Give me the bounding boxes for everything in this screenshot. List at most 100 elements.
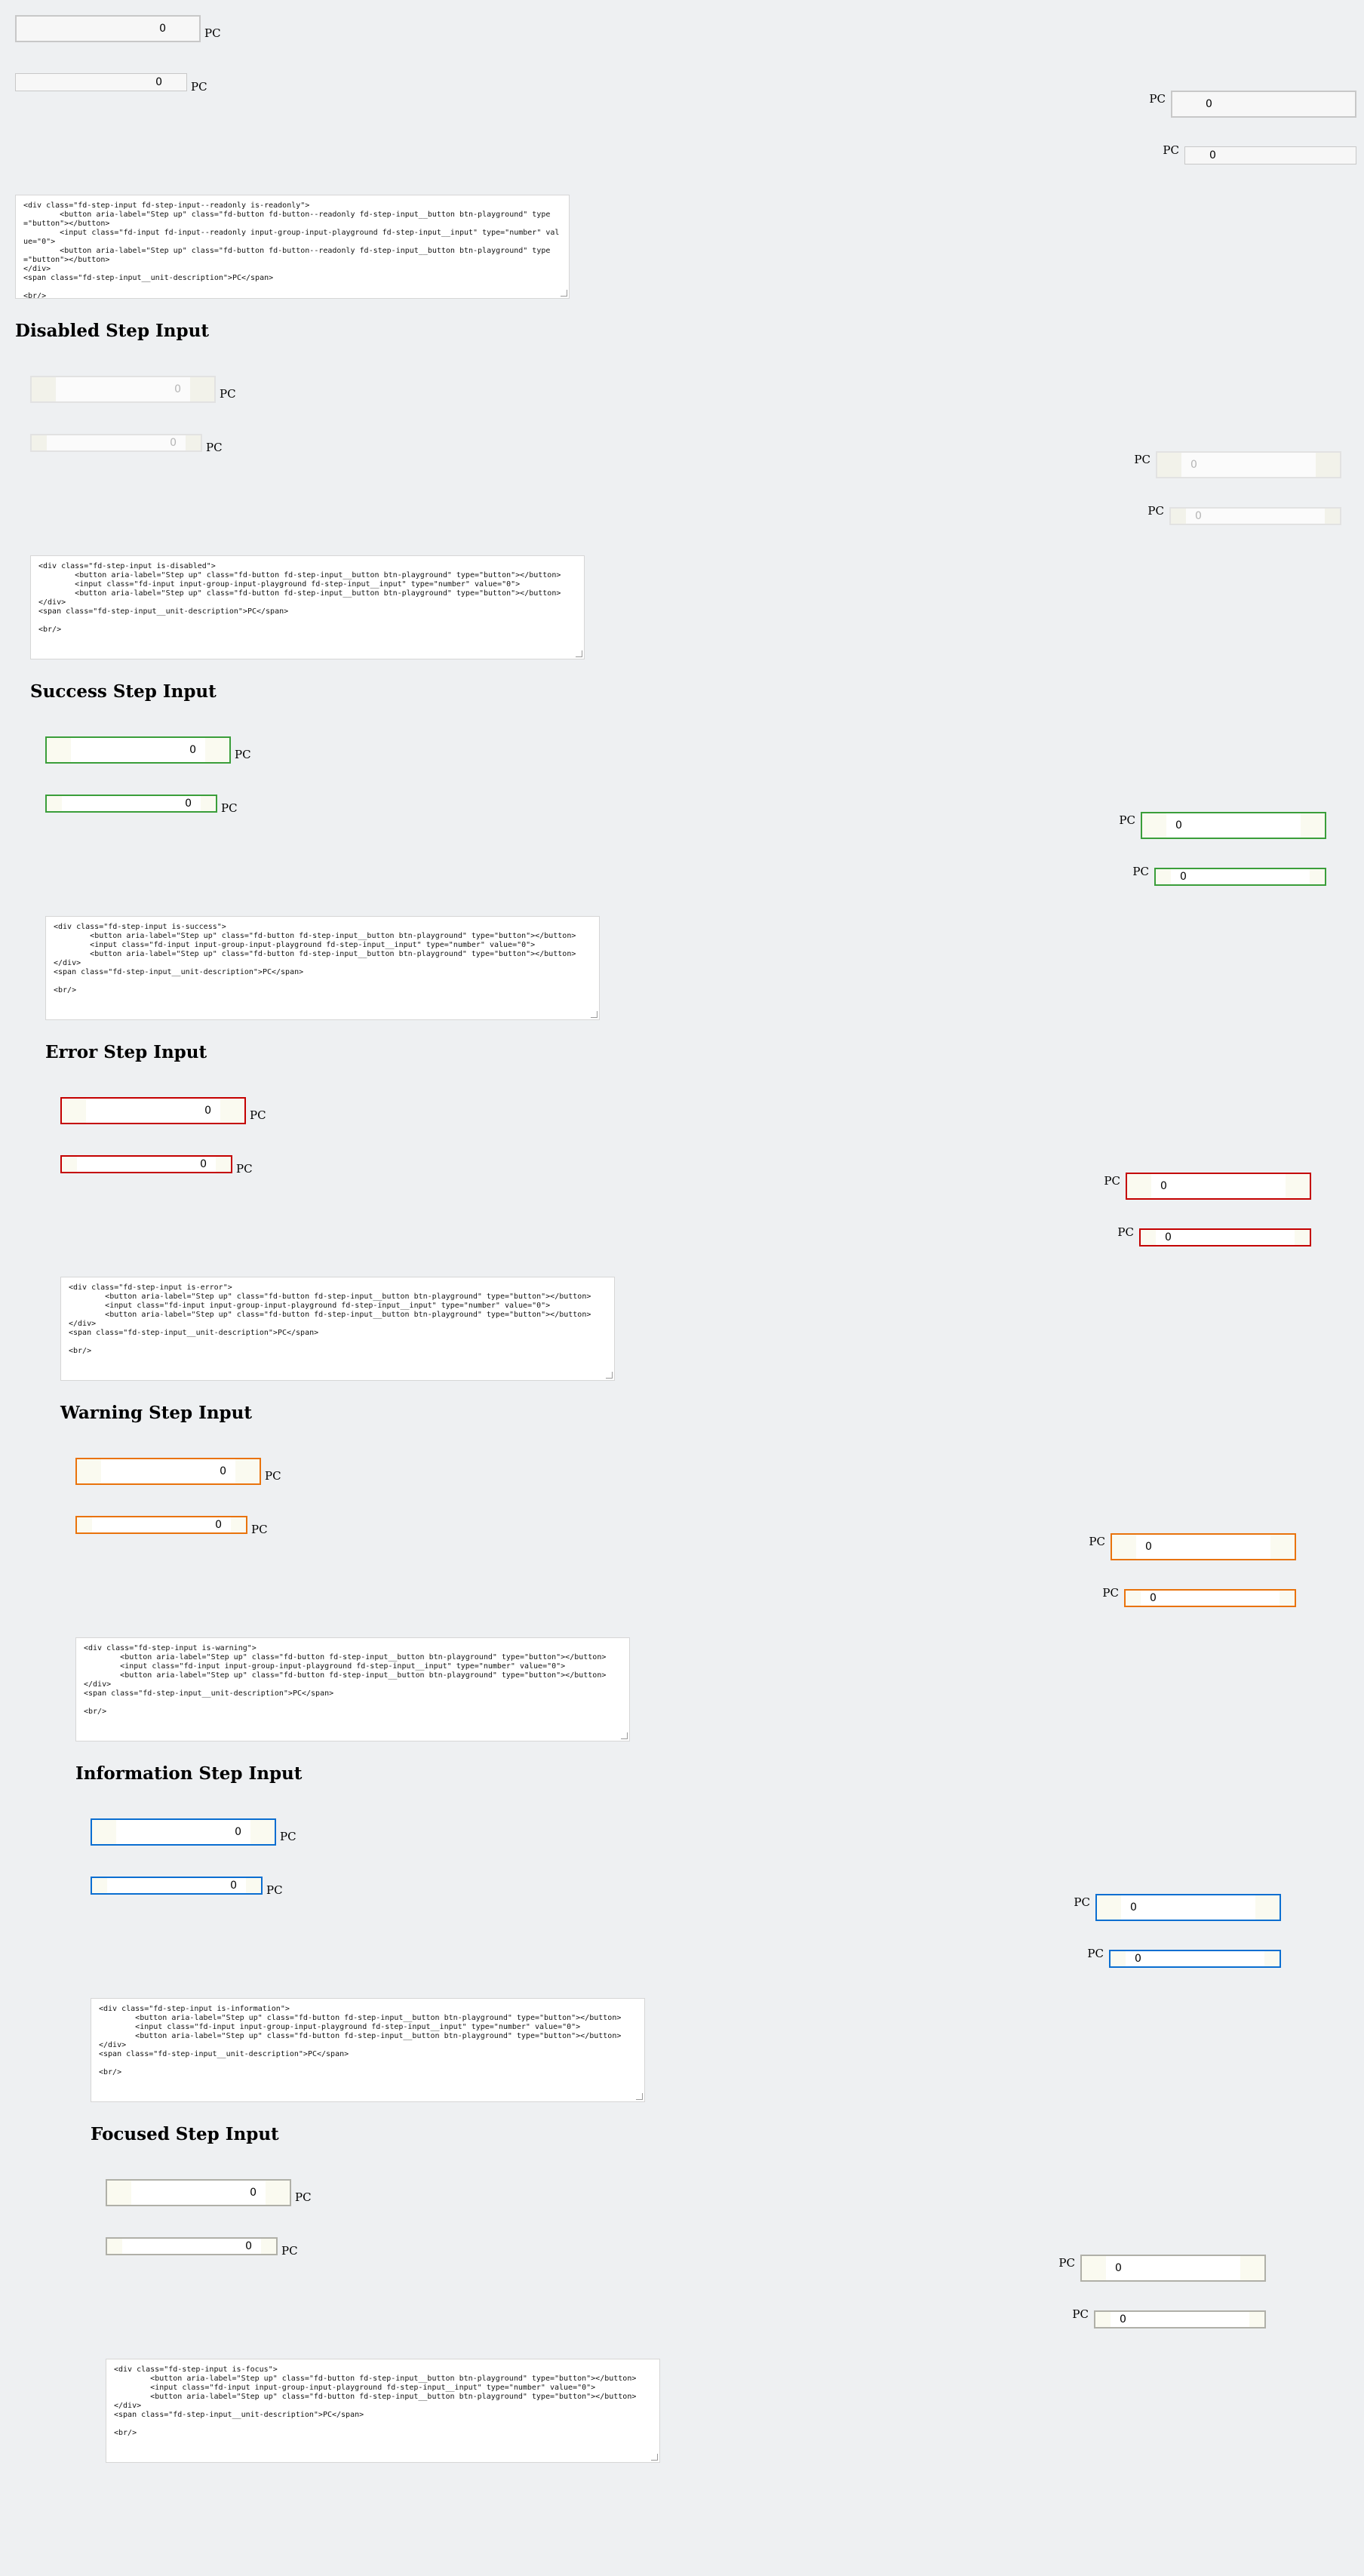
step-down-button[interactable] <box>32 435 47 450</box>
step-input-value[interactable]: 0 <box>1121 1895 1255 1920</box>
step-input-value[interactable]: 0 <box>1197 92 1331 116</box>
step-up-button[interactable] <box>1295 1230 1310 1245</box>
step-down-button[interactable] <box>1172 92 1197 116</box>
step-input: 0 <box>60 1097 246 1124</box>
step-up-button[interactable] <box>231 1517 246 1532</box>
step-input-value[interactable]: 0 <box>1126 1951 1264 1966</box>
step-down-button[interactable] <box>62 1099 86 1123</box>
step-up-button[interactable] <box>1280 1591 1295 1606</box>
step-up-button[interactable] <box>1286 1174 1310 1198</box>
step-up-button[interactable] <box>186 435 201 450</box>
step-down-button[interactable] <box>1126 1591 1141 1606</box>
step-up-button[interactable] <box>175 17 199 41</box>
step-input-value[interactable]: 0 <box>47 435 186 450</box>
step-input-value[interactable]: 0 <box>122 2239 261 2254</box>
step-up-button[interactable] <box>235 1459 260 1483</box>
step-up-button[interactable] <box>1255 1895 1280 1920</box>
code-snippet-textarea[interactable]: <div class="fd-step-input is-information… <box>91 1998 645 2102</box>
step-input-value[interactable]: 0 <box>1181 453 1316 477</box>
step-input-value[interactable]: 0 <box>1171 869 1310 884</box>
code-snippet-textarea[interactable]: <div class="fd-step-input is-error"> <bu… <box>60 1277 615 1381</box>
step-down-button[interactable] <box>1185 147 1200 164</box>
step-down-button[interactable] <box>17 17 41 41</box>
step-input-value[interactable]: 0 <box>116 1820 250 1844</box>
step-input-value[interactable]: 0 <box>77 1157 216 1172</box>
step-up-button[interactable] <box>1301 813 1325 838</box>
step-down-button[interactable] <box>107 2181 131 2205</box>
step-input-value[interactable]: 0 <box>1156 1230 1295 1245</box>
step-up-button[interactable] <box>190 377 214 401</box>
step-down-button[interactable] <box>47 796 62 811</box>
step-down-button[interactable] <box>77 1459 101 1483</box>
step-input-value[interactable]: 0 <box>41 17 175 41</box>
step-down-button[interactable] <box>1112 1535 1136 1559</box>
code-snippet-textarea[interactable]: <div class="fd-step-input is-warning"> <… <box>75 1637 630 1741</box>
step-input-value[interactable]: 0 <box>101 1459 235 1483</box>
step-up-button[interactable] <box>1264 1951 1280 1966</box>
step-up-button[interactable] <box>250 1820 275 1844</box>
step-input-value[interactable]: 0 <box>71 738 205 762</box>
step-input-left-large: 0 PC <box>106 2179 312 2206</box>
step-input-value[interactable]: 0 <box>86 1099 220 1123</box>
step-up-button[interactable] <box>1316 453 1340 477</box>
step-down-button[interactable] <box>1157 453 1181 477</box>
step-up-button[interactable] <box>1325 509 1340 524</box>
step-input-value[interactable]: 0 <box>1186 509 1325 524</box>
step-input-value[interactable]: 0 <box>1166 813 1301 838</box>
step-down-button[interactable] <box>1142 813 1166 838</box>
step-up-button[interactable] <box>171 74 186 91</box>
step-input-right-compact: PC 0 <box>1163 143 1356 164</box>
step-up-button[interactable] <box>205 738 229 762</box>
code-snippet-textarea[interactable]: <div class="fd-step-input fd-step-input-… <box>15 195 570 299</box>
step-input: 0 <box>15 73 187 91</box>
step-down-button[interactable] <box>1141 1230 1156 1245</box>
step-up-button[interactable] <box>1341 147 1356 164</box>
step-input-value[interactable]: 0 <box>1141 1591 1280 1606</box>
step-down-button[interactable] <box>107 2239 122 2254</box>
step-up-button[interactable] <box>246 1878 261 1893</box>
step-down-button[interactable] <box>32 377 56 401</box>
step-input-value[interactable]: 0 <box>62 796 201 811</box>
step-down-button[interactable] <box>62 1157 77 1172</box>
step-up-button[interactable] <box>1331 92 1355 116</box>
step-down-button[interactable] <box>1127 1174 1151 1198</box>
step-down-button[interactable] <box>92 1820 116 1844</box>
step-input: 0 <box>1141 812 1326 839</box>
step-down-button[interactable] <box>1097 1895 1121 1920</box>
code-snippet-textarea[interactable]: <div class="fd-step-input is-disabled"> … <box>30 555 585 659</box>
code-snippet-textarea[interactable]: <div class="fd-step-input is-success"> <… <box>45 916 600 1020</box>
step-input-right-large: PC 0 <box>1134 451 1341 478</box>
step-input-value[interactable]: 0 <box>56 377 190 401</box>
step-input-value[interactable]: 0 <box>1106 2256 1240 2280</box>
step-input-value[interactable]: 0 <box>1200 147 1341 164</box>
step-input-value[interactable]: 0 <box>1151 1174 1286 1198</box>
step-input: 0 <box>30 434 202 452</box>
step-down-button[interactable] <box>1082 2256 1106 2280</box>
code-snippet-textarea[interactable]: <div class="fd-step-input is-focus"> <bu… <box>106 2359 660 2463</box>
step-down-button[interactable] <box>1171 509 1186 524</box>
step-input-right-large: PC 0 <box>1074 1894 1281 1921</box>
step-input-value[interactable]: 0 <box>1111 2312 1249 2327</box>
step-input-value[interactable]: 0 <box>31 74 171 91</box>
step-up-button[interactable] <box>201 796 216 811</box>
step-down-button[interactable] <box>1095 2312 1111 2327</box>
step-input-value[interactable]: 0 <box>1136 1535 1270 1559</box>
step-up-button[interactable] <box>216 1157 231 1172</box>
step-up-button[interactable] <box>1270 1535 1295 1559</box>
step-down-button[interactable] <box>47 738 71 762</box>
step-down-button[interactable] <box>77 1517 92 1532</box>
step-down-button[interactable] <box>1111 1951 1126 1966</box>
step-up-button[interactable] <box>261 2239 276 2254</box>
step-input-left-compact: 0 PC <box>15 71 207 94</box>
step-input-value[interactable]: 0 <box>131 2181 266 2205</box>
step-up-button[interactable] <box>1240 2256 1264 2280</box>
step-down-button[interactable] <box>16 74 31 91</box>
step-up-button[interactable] <box>1310 869 1325 884</box>
step-up-button[interactable] <box>220 1099 244 1123</box>
step-down-button[interactable] <box>1156 869 1171 884</box>
step-input-value[interactable]: 0 <box>92 1517 231 1532</box>
step-up-button[interactable] <box>1249 2312 1264 2327</box>
step-down-button[interactable] <box>92 1878 107 1893</box>
step-up-button[interactable] <box>266 2181 290 2205</box>
step-input-value[interactable]: 0 <box>107 1878 246 1893</box>
